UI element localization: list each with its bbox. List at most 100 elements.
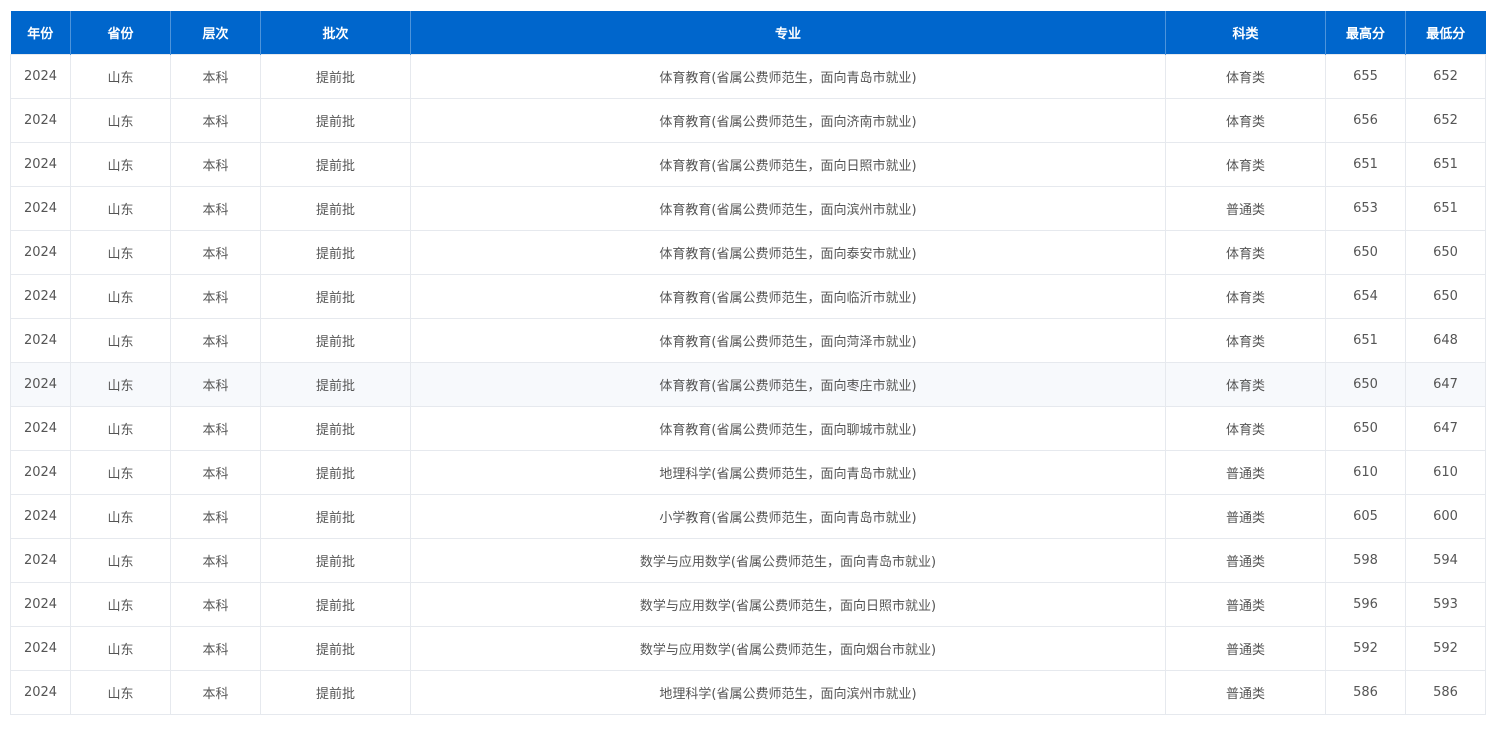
- cell-province: 山东: [70, 538, 171, 583]
- table-row: 2024 山东 本科 提前批 数学与应用数学(省属公费师范生，面向烟台市就业) 普通类 59…: [10, 626, 1486, 671]
- cell-year: 2024: [10, 362, 71, 407]
- cell-year: 2024: [10, 186, 71, 231]
- cell-year: 2024: [10, 274, 71, 319]
- cell-province: 山东: [70, 450, 171, 495]
- cell-province: 山东: [70, 582, 171, 627]
- cell-max-score: 654: [1325, 274, 1406, 319]
- cell-min-score: 652: [1405, 98, 1486, 143]
- table-header-row: 年份 省份 层次 批次 专业 科类 最高分 最低分: [10, 11, 1486, 55]
- cell-major: 数学与应用数学(省属公费师范生，面向日照市就业): [410, 582, 1166, 627]
- cell-batch: 提前批: [260, 274, 411, 319]
- table-row: 2024 山东 本科 提前批 体育教育(省属公费师范生，面向菏泽市就业) 体育类 651 64…: [10, 318, 1486, 363]
- cell-level: 本科: [170, 450, 261, 495]
- cell-batch: 提前批: [260, 450, 411, 495]
- cell-category: 体育类: [1165, 230, 1326, 275]
- cell-province: 山东: [70, 274, 171, 319]
- cell-major: 地理科学(省属公费师范生，面向滨州市就业): [410, 670, 1166, 715]
- header-major: 专业: [410, 11, 1166, 55]
- cell-max-score: 598: [1325, 538, 1406, 583]
- cell-year: 2024: [10, 538, 71, 583]
- cell-category: 体育类: [1165, 98, 1326, 143]
- cell-year: 2024: [10, 494, 71, 539]
- cell-category: 体育类: [1165, 318, 1326, 363]
- cell-level: 本科: [170, 230, 261, 275]
- cell-major: 体育教育(省属公费师范生，面向滨州市就业): [410, 186, 1166, 231]
- cell-level: 本科: [170, 54, 261, 99]
- cell-min-score: 650: [1405, 274, 1486, 319]
- cell-major: 数学与应用数学(省属公费师范生，面向烟台市就业): [410, 626, 1166, 671]
- cell-year: 2024: [10, 142, 71, 187]
- header-province: 省份: [70, 11, 171, 55]
- cell-province: 山东: [70, 98, 171, 143]
- cell-year: 2024: [10, 582, 71, 627]
- cell-year: 2024: [10, 450, 71, 495]
- cell-province: 山东: [70, 230, 171, 275]
- cell-batch: 提前批: [260, 142, 411, 187]
- cell-category: 普通类: [1165, 186, 1326, 231]
- cell-level: 本科: [170, 318, 261, 363]
- cell-province: 山东: [70, 186, 171, 231]
- cell-level: 本科: [170, 670, 261, 715]
- cell-year: 2024: [10, 54, 71, 99]
- cell-min-score: 610: [1405, 450, 1486, 495]
- cell-min-score: 593: [1405, 582, 1486, 627]
- cell-max-score: 596: [1325, 582, 1406, 627]
- table-row: 2024 山东 本科 提前批 体育教育(省属公费师范生，面向临沂市就业) 体育类 654 65…: [10, 274, 1486, 319]
- cell-year: 2024: [10, 318, 71, 363]
- cell-max-score: 610: [1325, 450, 1406, 495]
- cell-level: 本科: [170, 582, 261, 627]
- cell-category: 普通类: [1165, 670, 1326, 715]
- cell-major: 体育教育(省属公费师范生，面向枣庄市就业): [410, 362, 1166, 407]
- header-max-score: 最高分: [1325, 11, 1406, 55]
- cell-batch: 提前批: [260, 406, 411, 451]
- cell-category: 普通类: [1165, 450, 1326, 495]
- cell-level: 本科: [170, 274, 261, 319]
- cell-category: 普通类: [1165, 494, 1326, 539]
- table-row: 2024 山东 本科 提前批 体育教育(省属公费师范生，面向枣庄市就业) 体育类 650 64…: [10, 362, 1486, 407]
- cell-level: 本科: [170, 538, 261, 583]
- table-body: 2024 山东 本科 提前批 体育教育(省属公费师范生，面向青岛市就业) 体育类 655 65…: [10, 54, 1486, 715]
- table-row: 2024 山东 本科 提前批 体育教育(省属公费师范生，面向泰安市就业) 体育类 650 65…: [10, 230, 1486, 275]
- cell-batch: 提前批: [260, 54, 411, 99]
- cell-category: 体育类: [1165, 362, 1326, 407]
- table-row: 2024 山东 本科 提前批 体育教育(省属公费师范生，面向青岛市就业) 体育类 655 65…: [10, 54, 1486, 99]
- cell-major: 体育教育(省属公费师范生，面向日照市就业): [410, 142, 1166, 187]
- cell-batch: 提前批: [260, 98, 411, 143]
- cell-level: 本科: [170, 626, 261, 671]
- score-table-container: 年份 省份 层次 批次 专业 科类 最高分 最低分 2024 山东 本科 提前批 体育教…: [10, 11, 1486, 715]
- cell-batch: 提前批: [260, 626, 411, 671]
- header-category: 科类: [1165, 11, 1326, 55]
- cell-min-score: 592: [1405, 626, 1486, 671]
- cell-category: 体育类: [1165, 406, 1326, 451]
- header-batch: 批次: [260, 11, 411, 55]
- cell-batch: 提前批: [260, 318, 411, 363]
- cell-batch: 提前批: [260, 186, 411, 231]
- cell-max-score: 651: [1325, 318, 1406, 363]
- cell-level: 本科: [170, 98, 261, 143]
- cell-major: 体育教育(省属公费师范生，面向菏泽市就业): [410, 318, 1166, 363]
- cell-province: 山东: [70, 406, 171, 451]
- cell-year: 2024: [10, 98, 71, 143]
- cell-category: 普通类: [1165, 538, 1326, 583]
- cell-max-score: 653: [1325, 186, 1406, 231]
- table-row: 2024 山东 本科 提前批 地理科学(省属公费师范生，面向青岛市就业) 普通类 610 61…: [10, 450, 1486, 495]
- cell-max-score: 655: [1325, 54, 1406, 99]
- header-min-score: 最低分: [1405, 11, 1486, 55]
- cell-category: 体育类: [1165, 142, 1326, 187]
- cell-min-score: 648: [1405, 318, 1486, 363]
- cell-year: 2024: [10, 626, 71, 671]
- cell-major: 体育教育(省属公费师范生，面向临沂市就业): [410, 274, 1166, 319]
- table-row: 2024 山东 本科 提前批 小学教育(省属公费师范生，面向青岛市就业) 普通类 605 60…: [10, 494, 1486, 539]
- header-level: 层次: [170, 11, 261, 55]
- cell-major: 体育教育(省属公费师范生，面向青岛市就业): [410, 54, 1166, 99]
- cell-category: 普通类: [1165, 626, 1326, 671]
- cell-max-score: 650: [1325, 406, 1406, 451]
- cell-batch: 提前批: [260, 494, 411, 539]
- cell-major: 体育教育(省属公费师范生，面向泰安市就业): [410, 230, 1166, 275]
- cell-year: 2024: [10, 230, 71, 275]
- admission-score-table: 年份 省份 层次 批次 专业 科类 最高分 最低分 2024 山东 本科 提前批 体育教…: [10, 11, 1486, 715]
- cell-level: 本科: [170, 186, 261, 231]
- cell-max-score: 605: [1325, 494, 1406, 539]
- cell-year: 2024: [10, 670, 71, 715]
- cell-category: 体育类: [1165, 54, 1326, 99]
